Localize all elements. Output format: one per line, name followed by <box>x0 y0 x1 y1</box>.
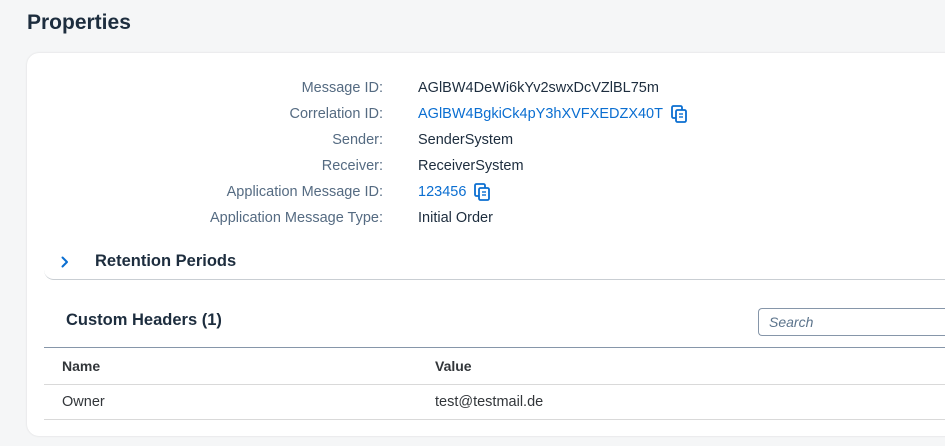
retention-periods-panel-header[interactable]: Retention Periods <box>44 249 945 280</box>
application-message-id-group: 123456 <box>418 181 491 203</box>
sender-value: SenderSystem <box>418 132 514 148</box>
custom-headers-table: Name Value Owner test@testmail.de <box>44 347 945 420</box>
application-message-id-link[interactable]: 123456 <box>418 181 466 203</box>
chevron-right-icon[interactable] <box>58 255 72 269</box>
properties-card: Message ID: AGlBW4DeWi6kYv2swxDcVZlBL75m… <box>27 53 945 436</box>
receiver-value: ReceiverSystem <box>418 158 524 174</box>
property-label: Receiver: <box>321 158 383 174</box>
correlation-id-link[interactable]: AGlBW4BgkiCk4pY3hXVFXEDZX40T <box>418 103 663 125</box>
property-row-application-message-type: Application Message Type: Initial Order <box>27 207 927 229</box>
table-header-row: Name Value <box>44 347 945 385</box>
table-row[interactable]: Owner test@testmail.de <box>44 385 945 420</box>
property-label: Application Message Type: <box>209 210 383 226</box>
column-header-value[interactable]: Value <box>435 358 472 374</box>
property-row-application-message-id: Application Message ID: 123456 <box>27 181 927 203</box>
application-message-type-value: Initial Order <box>418 210 493 226</box>
property-label: Sender: <box>332 132 383 148</box>
property-row-sender: Sender: SenderSystem <box>27 129 927 151</box>
property-row-correlation-id: Correlation ID: AGlBW4BgkiCk4pY3hXVFXEDZ… <box>27 103 927 125</box>
custom-headers-title: Custom Headers (1) <box>66 311 222 329</box>
search-input[interactable] <box>759 309 945 335</box>
page-title: Properties <box>27 11 131 34</box>
property-label: Message ID: <box>301 80 383 96</box>
correlation-id-group: AGlBW4BgkiCk4pY3hXVFXEDZX40T <box>418 103 687 125</box>
copy-icon[interactable] <box>474 183 491 201</box>
property-label: Correlation ID: <box>289 106 383 122</box>
cell-value: test@testmail.de <box>435 394 544 410</box>
property-label: Application Message ID: <box>226 184 383 200</box>
property-row-receiver: Receiver: ReceiverSystem <box>27 155 927 177</box>
search-field <box>758 308 945 336</box>
cell-name: Owner <box>62 394 105 410</box>
column-header-name[interactable]: Name <box>62 358 100 374</box>
copy-icon[interactable] <box>671 105 687 123</box>
retention-periods-title: Retention Periods <box>95 252 237 270</box>
message-id-value: AGlBW4DeWi6kYv2swxDcVZlBL75m <box>418 80 659 96</box>
property-row-message-id: Message ID: AGlBW4DeWi6kYv2swxDcVZlBL75m <box>27 77 927 99</box>
